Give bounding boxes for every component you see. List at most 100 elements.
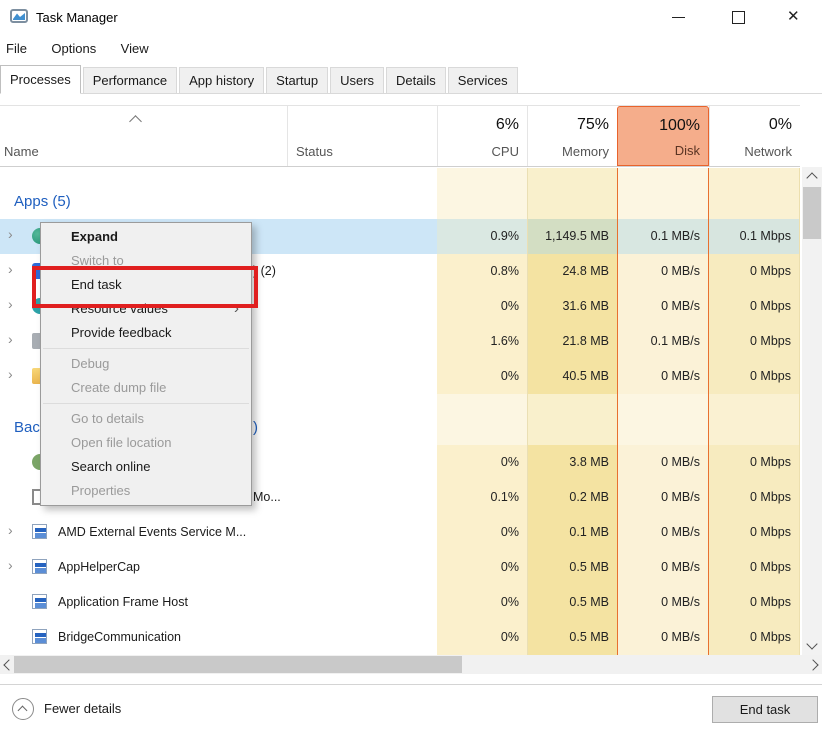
- network-cell: 0 Mbps: [709, 254, 800, 289]
- memory-cell: 0.2 MB: [527, 480, 617, 515]
- vertical-scrollbar-thumb[interactable]: [803, 187, 821, 239]
- tab[interactable]: Details: [386, 67, 446, 94]
- context-menu: Expand Switch to End task Resource value…: [40, 222, 252, 506]
- table-row[interactable]: BridgeCommunication 0% 0.5 MB 0 MB/s 0 M…: [0, 620, 800, 655]
- context-menu-item: Properties: [41, 479, 251, 503]
- process-name: AMD External Events Service M...: [58, 525, 246, 539]
- tab[interactable]: Processes: [0, 65, 81, 94]
- cpu-cell: 0.1%: [437, 480, 527, 515]
- disk-cell: 0 MB/s: [617, 480, 709, 515]
- name-cell: › AMD External Events Service M...: [0, 515, 437, 550]
- memory-cell: 31.6 MB: [527, 289, 617, 324]
- context-menu-item-label: Search online: [71, 459, 151, 474]
- menu-item[interactable]: File: [0, 38, 37, 59]
- tab[interactable]: Performance: [83, 67, 177, 94]
- context-menu-item-label: Open file location: [71, 435, 171, 450]
- usage-percent: 6%: [496, 116, 519, 134]
- disk-cell: [617, 168, 709, 219]
- expand-chevron-icon[interactable]: ›: [8, 262, 13, 276]
- cpu-cell: 0%: [437, 620, 527, 655]
- scroll-down-icon[interactable]: [806, 638, 817, 649]
- expand-chevron-icon[interactable]: ›: [8, 227, 13, 241]
- context-menu-item: [43, 403, 249, 404]
- context-menu-item[interactable]: Expand: [41, 225, 251, 249]
- window-app-icon: [32, 629, 47, 644]
- tab[interactable]: Services: [448, 67, 518, 94]
- column-header-usage[interactable]: 75% Memory: [527, 106, 617, 166]
- close-icon: ✕: [787, 7, 800, 25]
- menu-item[interactable]: Options: [41, 38, 106, 59]
- cpu-cell: 0.8%: [437, 254, 527, 289]
- network-cell: [709, 394, 800, 445]
- horizontal-scrollbar-thumb[interactable]: [14, 656, 462, 673]
- end-task-button[interactable]: End task: [712, 696, 818, 723]
- minimize-icon: [672, 17, 685, 18]
- menu-item[interactable]: View: [111, 38, 159, 59]
- network-cell: 0 Mbps: [709, 445, 800, 480]
- context-menu-item[interactable]: Search online: [41, 455, 251, 479]
- tab[interactable]: Users: [330, 67, 384, 94]
- network-cell: 0 Mbps: [709, 585, 800, 620]
- window-app-icon: [32, 559, 47, 574]
- column-header-usage[interactable]: 6% CPU: [437, 106, 527, 166]
- horizontal-scrollbar[interactable]: [0, 655, 822, 674]
- context-menu-item-label: Expand: [71, 229, 118, 244]
- vertical-scrollbar[interactable]: [802, 167, 822, 655]
- memory-cell: 1,149.5 MB: [527, 219, 617, 254]
- process-name: AppHelperCap: [58, 560, 140, 574]
- table-row[interactable]: › AppHelperCap 0% 0.5 MB 0 MB/s 0 Mbps: [0, 550, 800, 585]
- group-label-tail: ): [253, 419, 258, 436]
- usage-percent: 75%: [577, 116, 609, 134]
- column-divider: [287, 106, 288, 166]
- table-row[interactable]: › AMD External Events Service M... 0% 0.…: [0, 515, 800, 550]
- column-header-status[interactable]: Status: [296, 144, 333, 159]
- tab[interactable]: App history: [179, 67, 264, 94]
- usage-percent: 0%: [769, 116, 792, 134]
- maximize-button[interactable]: [715, 0, 761, 30]
- context-menu-item[interactable]: Provide feedback: [41, 321, 251, 345]
- context-menu-item-label: Create dump file: [71, 380, 166, 395]
- network-cell: 0 Mbps: [709, 515, 800, 550]
- scroll-right-icon[interactable]: [807, 659, 818, 670]
- expand-chevron-icon[interactable]: ›: [8, 367, 13, 381]
- disk-cell: 0 MB/s: [617, 254, 709, 289]
- network-cell: [709, 168, 800, 219]
- minimize-button[interactable]: [655, 0, 701, 30]
- expand-chevron-icon[interactable]: ›: [8, 523, 13, 537]
- tab[interactable]: Startup: [266, 67, 328, 94]
- context-menu-item: Create dump file: [41, 376, 251, 400]
- disk-cell: 0 MB/s: [617, 550, 709, 585]
- usage-label: Disk: [675, 143, 700, 158]
- maximize-icon: [732, 11, 745, 24]
- table-row[interactable]: Application Frame Host 0% 0.5 MB 0 MB/s …: [0, 585, 800, 620]
- cpu-cell: 0%: [437, 550, 527, 585]
- context-menu-item: Go to details: [41, 407, 251, 431]
- cpu-cell: [437, 394, 527, 445]
- scroll-up-icon[interactable]: [806, 172, 817, 183]
- context-menu-item: Open file location: [41, 431, 251, 455]
- close-button[interactable]: ✕: [773, 0, 819, 30]
- group-header-row[interactable]: Apps (5): [0, 168, 800, 219]
- disk-cell: 0 MB/s: [617, 585, 709, 620]
- column-header-name[interactable]: Name: [4, 144, 39, 159]
- memory-cell: [527, 168, 617, 219]
- memory-cell: 24.8 MB: [527, 254, 617, 289]
- column-header-usage[interactable]: 100% Disk: [617, 106, 709, 166]
- group-label: Bac: [14, 419, 40, 436]
- memory-cell: 40.5 MB: [527, 359, 617, 394]
- memory-cell: 0.5 MB: [527, 620, 617, 655]
- menu-bar: File Options View: [0, 38, 159, 62]
- expand-chevron-icon[interactable]: ›: [8, 558, 13, 572]
- column-header-usage[interactable]: 0% Network: [709, 106, 800, 166]
- window-title: Task Manager: [36, 10, 118, 25]
- scroll-left-icon[interactable]: [3, 659, 14, 670]
- disk-cell: 0 MB/s: [617, 359, 709, 394]
- network-cell: 0.1 Mbps: [709, 219, 800, 254]
- memory-cell: 3.8 MB: [527, 445, 617, 480]
- memory-cell: 0.5 MB: [527, 550, 617, 585]
- disk-cell: [617, 394, 709, 445]
- expand-chevron-icon[interactable]: ›: [8, 297, 13, 311]
- expand-chevron-icon[interactable]: ›: [8, 332, 13, 346]
- process-name: Application Frame Host: [58, 595, 188, 609]
- window-app-icon: [32, 524, 47, 539]
